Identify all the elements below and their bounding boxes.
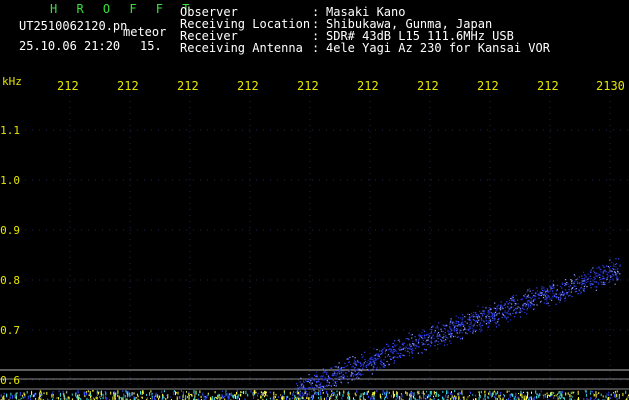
- x-tick-1: 212: [57, 79, 79, 93]
- x-tick-8: 212: [477, 79, 499, 93]
- x-tick-7: 212: [417, 79, 439, 93]
- y-tick-0.8: 0.8: [0, 274, 20, 287]
- y-tick-0.9: 0.9: [0, 224, 20, 237]
- spectrogram: [0, 95, 629, 400]
- y-tick-1.0: 1.0: [0, 174, 20, 187]
- grid: [25, 95, 629, 392]
- y-tick-0.6: 0.6: [0, 374, 20, 387]
- y-tick-0.7: 0.7: [0, 324, 20, 337]
- x-tick-4: 212: [237, 79, 259, 93]
- noise-band: [0, 390, 629, 400]
- x-tick-2: 212: [117, 79, 139, 93]
- x-tick-5: 212: [297, 79, 319, 93]
- y-axis-unit: kHz: [2, 75, 22, 88]
- x-tick-3: 212: [177, 79, 199, 93]
- y-tick-1.1: 1.1: [0, 124, 20, 137]
- x-tick-9: 212: [537, 79, 559, 93]
- x-tick-6: 212: [357, 79, 379, 93]
- x-tick-10: 2130: [596, 79, 625, 93]
